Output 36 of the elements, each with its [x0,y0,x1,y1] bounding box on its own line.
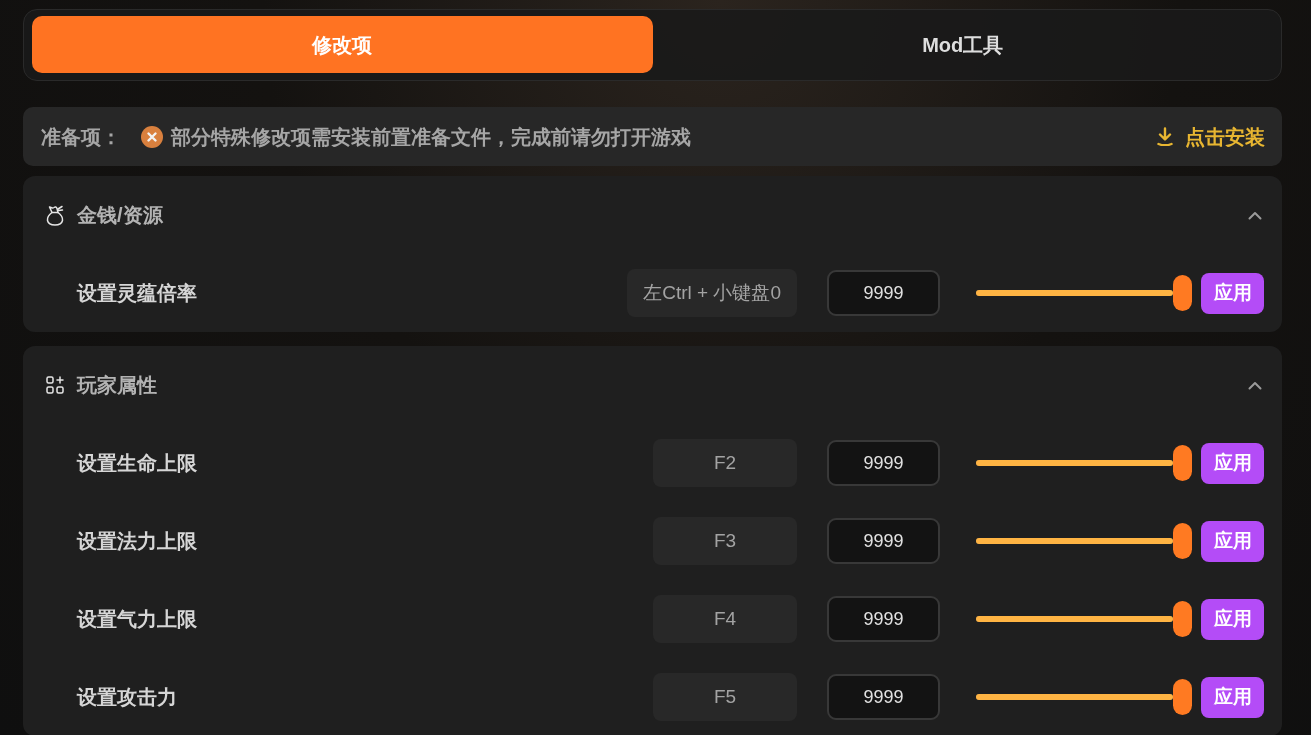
slider-thumb[interactable] [1173,275,1192,311]
setting-label: 设置法力上限 [77,529,197,554]
value-input[interactable]: 9999 [827,518,940,564]
install-button[interactable]: 点击安装 [1156,121,1265,152]
hotkey-button[interactable]: F3 [653,517,797,565]
apply-button[interactable]: 应用 [1201,598,1264,640]
notice-text: 部分特殊修改项需安装前置准备文件，完成前请勿打开游戏 [171,124,691,150]
slider-thumb[interactable] [1173,445,1192,481]
grid-plus-icon [46,376,64,394]
value-input[interactable]: 9999 [827,270,940,316]
hotkey-button[interactable]: F4 [653,595,797,643]
setting-label: 设置生命上限 [77,451,197,476]
tab[interactable]: Mod工具 [652,16,1273,73]
money-bag-icon [46,204,64,226]
hotkey-button[interactable]: F5 [653,673,797,721]
setting-label: 设置气力上限 [77,607,197,632]
apply-button[interactable]: 应用 [1201,272,1264,314]
value-input[interactable]: 9999 [827,596,940,642]
hotkey-button[interactable]: 左Ctrl + 小键盘0 [627,269,797,317]
prerequisite-label: 准备项： [41,124,121,150]
slider-thumb[interactable] [1173,679,1192,715]
hotkey-button[interactable]: F2 [653,439,797,487]
slider-thumb[interactable] [1173,601,1192,637]
value-input[interactable]: 9999 [827,440,940,486]
apply-button[interactable]: 应用 [1201,520,1264,562]
apply-button[interactable]: 应用 [1201,676,1264,718]
section-title: 金钱/资源 [77,203,163,228]
slider-thumb[interactable] [1173,523,1192,559]
setting-label: 设置灵蕴倍率 [77,281,197,306]
chevron-up-icon[interactable] [1248,210,1262,220]
value-input[interactable]: 9999 [827,674,940,720]
apply-button[interactable]: 应用 [1201,442,1264,484]
download-icon [1156,127,1174,146]
chevron-up-icon[interactable] [1248,380,1262,390]
setting-label: 设置攻击力 [77,685,177,710]
section-title: 玩家属性 [77,373,157,398]
